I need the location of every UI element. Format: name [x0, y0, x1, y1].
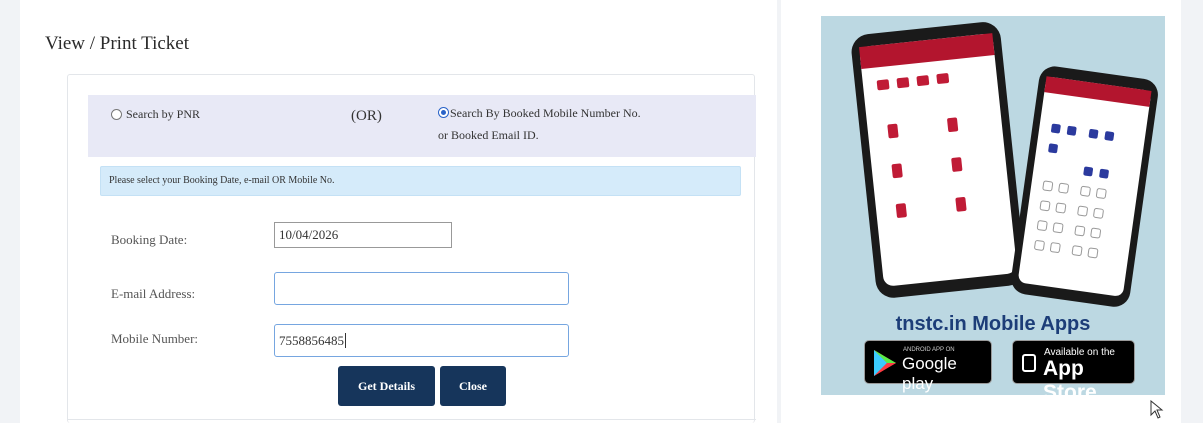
- close-button[interactable]: Close: [440, 366, 506, 406]
- google-play-small-text: ANDROID APP ON: [903, 347, 955, 353]
- search-by-pnr-radio[interactable]: [111, 109, 122, 120]
- phones-illustration: [851, 22, 1158, 307]
- view-ticket-panel: View / Print Ticket Search by PNR (OR) S…: [20, 0, 777, 423]
- search-card: Search by PNR (OR) Search By Booked Mobi…: [67, 74, 756, 423]
- google-play-icon: [874, 350, 896, 376]
- google-play-badge[interactable]: ANDROID APP ON Google play: [864, 340, 992, 393]
- email-input[interactable]: [274, 272, 569, 305]
- search-option-bar: Search by PNR (OR) Search By Booked Mobi…: [88, 95, 756, 157]
- mobile-number-label: Mobile Number:: [111, 331, 199, 346]
- info-message: Please select your Booking Date, e-mail …: [109, 175, 335, 186]
- card-divider: [68, 419, 756, 420]
- search-by-mobile-email-label-line1[interactable]: Search By Booked Mobile Number No.: [450, 103, 641, 123]
- page-title: View / Print Ticket: [45, 33, 190, 54]
- mobile-number-input[interactable]: 7558856485: [274, 324, 569, 357]
- google-play-text: Google play: [902, 354, 957, 393]
- app-store-text: App Store: [1043, 357, 1097, 395]
- search-by-mobile-email-radio[interactable]: [438, 107, 449, 118]
- apple-icon: [1022, 354, 1036, 372]
- app-store-badge[interactable]: Available on the App Store: [1012, 340, 1135, 395]
- booking-date-input[interactable]: 10/04/2026: [274, 222, 452, 248]
- promo-panel: tnstc.in Mobile Apps ANDROID APP ON Goog…: [781, 0, 1181, 423]
- mobile-number-value: 7558856485: [279, 333, 344, 348]
- info-alert: Please select your Booking Date, e-mail …: [100, 166, 741, 196]
- text-cursor: [345, 333, 346, 348]
- get-details-button[interactable]: Get Details: [338, 366, 435, 406]
- search-by-pnr-label[interactable]: Search by PNR: [126, 104, 200, 124]
- email-label: E-mail Address:: [111, 286, 196, 301]
- search-by-mobile-email-label-line2[interactable]: or Booked Email ID.: [438, 125, 539, 145]
- ad-title: tnstc.in Mobile Apps: [895, 313, 1091, 335]
- mobile-app-ad[interactable]: tnstc.in Mobile Apps ANDROID APP ON Goog…: [821, 16, 1165, 395]
- booking-date-label: Booking Date:: [111, 232, 188, 247]
- or-separator: (OR): [351, 108, 382, 124]
- mouse-cursor-icon: [1150, 400, 1164, 419]
